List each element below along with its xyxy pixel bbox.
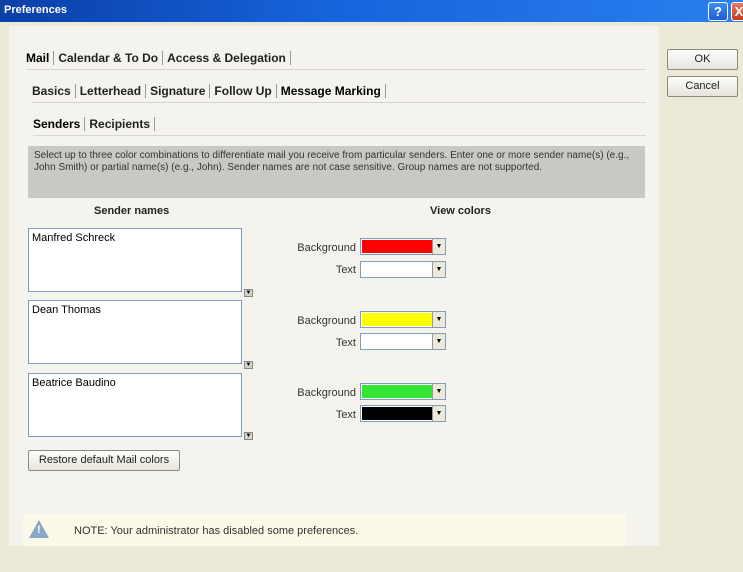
sender-name-input-1[interactable]: Manfred Schreck bbox=[28, 228, 242, 292]
tab-bar-marking: Senders Recipients bbox=[33, 117, 156, 131]
divider bbox=[32, 102, 646, 103]
background-color-select-2[interactable]: ▼ bbox=[360, 311, 446, 328]
background-label: Background bbox=[297, 387, 356, 399]
color-swatch bbox=[362, 385, 432, 398]
text-label: Text bbox=[335, 337, 356, 349]
help-button[interactable]: ? bbox=[708, 2, 728, 21]
cancel-button[interactable]: Cancel bbox=[667, 76, 738, 97]
tab-mail[interactable]: Mail bbox=[26, 51, 55, 65]
view-colors-header: View colors bbox=[430, 205, 491, 217]
text-color-select-1[interactable]: ▼ bbox=[360, 261, 446, 278]
sender-names-header: Sender names bbox=[94, 205, 170, 217]
ok-button[interactable]: OK bbox=[667, 49, 738, 70]
description-text: Select up to three color combinations to… bbox=[28, 146, 645, 198]
divider bbox=[33, 135, 646, 136]
tab-access-delegation[interactable]: Access & Delegation bbox=[163, 51, 291, 65]
sender-name-input-3[interactable]: Beatrice Baudino bbox=[28, 373, 242, 437]
tab-follow-up[interactable]: Follow Up bbox=[210, 84, 277, 98]
tab-senders[interactable]: Senders bbox=[33, 117, 86, 131]
window-title: Preferences bbox=[4, 4, 67, 16]
background-color-select-1[interactable]: ▼ bbox=[360, 238, 446, 255]
color-swatch bbox=[362, 407, 432, 420]
chevron-down-icon[interactable]: ▼ bbox=[432, 262, 445, 277]
chevron-down-icon[interactable]: ▼ bbox=[432, 312, 445, 327]
background-label: Background bbox=[297, 242, 356, 254]
chevron-down-icon[interactable]: ▼ bbox=[432, 406, 445, 421]
tab-recipients[interactable]: Recipients bbox=[85, 117, 156, 131]
color-swatch bbox=[362, 313, 432, 326]
restore-default-colors-button[interactable]: Restore default Mail colors bbox=[28, 450, 180, 471]
tab-bar-main: Mail Calendar & To Do Access & Delegatio… bbox=[26, 51, 291, 65]
tab-letterhead[interactable]: Letterhead bbox=[76, 84, 147, 98]
scroll-down-icon[interactable]: ▼ bbox=[244, 289, 253, 297]
scroll-down-icon[interactable]: ▼ bbox=[244, 361, 253, 369]
background-color-select-3[interactable]: ▼ bbox=[360, 383, 446, 400]
scroll-down-icon[interactable]: ▼ bbox=[244, 432, 253, 440]
note-text: NOTE: Your administrator has disabled so… bbox=[74, 525, 359, 537]
color-swatch bbox=[362, 240, 432, 253]
divider bbox=[26, 69, 646, 70]
background-label: Background bbox=[297, 315, 356, 327]
title-bar: Preferences ? X bbox=[0, 0, 743, 22]
admin-note: ! NOTE: Your administrator has disabled … bbox=[23, 514, 626, 546]
chevron-down-icon[interactable]: ▼ bbox=[432, 384, 445, 399]
sender-name-input-2[interactable]: Dean Thomas bbox=[28, 300, 242, 364]
chevron-down-icon[interactable]: ▼ bbox=[432, 239, 445, 254]
chevron-down-icon[interactable]: ▼ bbox=[432, 334, 445, 349]
tab-basics[interactable]: Basics bbox=[32, 84, 76, 98]
tab-calendar-todo[interactable]: Calendar & To Do bbox=[54, 51, 164, 65]
tab-message-marking[interactable]: Message Marking bbox=[277, 84, 386, 98]
tab-bar-mail: Basics Letterhead Signature Follow Up Me… bbox=[32, 84, 386, 98]
text-label: Text bbox=[335, 264, 356, 276]
text-color-select-3[interactable]: ▼ bbox=[360, 405, 446, 422]
color-swatch bbox=[362, 263, 432, 276]
text-label: Text bbox=[335, 409, 356, 421]
color-swatch bbox=[362, 335, 432, 348]
text-color-select-2[interactable]: ▼ bbox=[360, 333, 446, 350]
warning-mark: ! bbox=[37, 524, 41, 536]
tab-signature[interactable]: Signature bbox=[146, 84, 211, 98]
close-button[interactable]: X bbox=[731, 2, 743, 21]
